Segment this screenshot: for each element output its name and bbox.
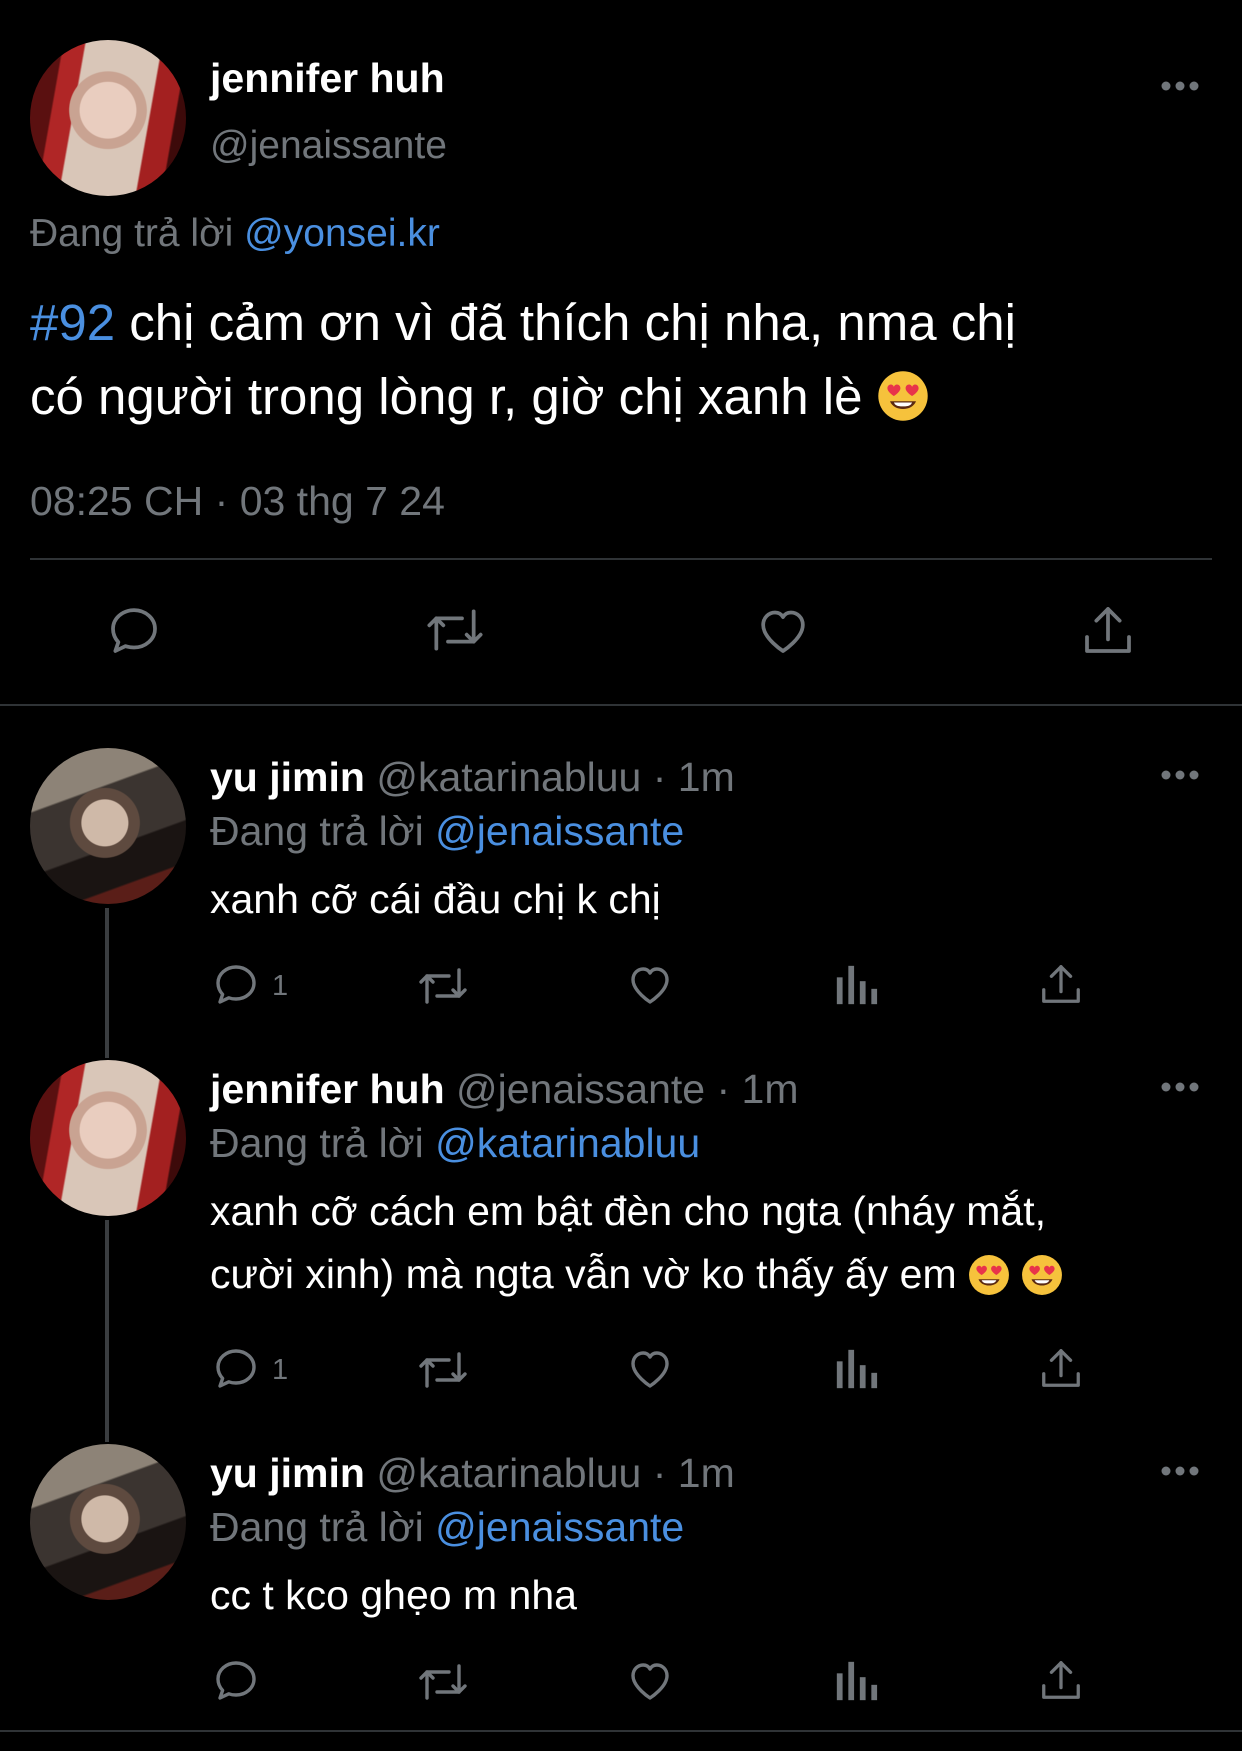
replying-label: Đang trả lời	[210, 1120, 424, 1166]
heart-eyes-emoji	[1021, 1254, 1063, 1296]
like-icon[interactable]	[754, 602, 812, 658]
author-name[interactable]: jennifer huh	[210, 55, 445, 102]
like-icon[interactable]	[625, 1344, 675, 1392]
more-icon[interactable]	[1160, 1081, 1200, 1093]
reply-header: jennifer huh @jenaissante · 1m	[210, 1066, 798, 1113]
reply-icon[interactable]	[212, 1656, 260, 1704]
replying-label: Đang trả lời	[30, 212, 234, 255]
reply-text: cc t kco ghẹo m nha	[210, 1572, 577, 1618]
reply-time: · 1m	[652, 1450, 735, 1496]
replying-label: Đang trả lời	[210, 1504, 424, 1550]
reply-time: · 1m	[716, 1066, 799, 1112]
tweet-text-line1: chị cảm ơn vì đã thích chị nha, nma chị	[115, 294, 1016, 351]
reply-header: yu jimin @katarinabluu · 1m	[210, 754, 735, 801]
reply-count: 1	[272, 970, 289, 1002]
replying-label: Đang trả lời	[210, 808, 424, 854]
replying-to: Đang trả lời @katarinabluu	[210, 1120, 700, 1167]
reply-icon[interactable]	[212, 1344, 260, 1392]
heart-eyes-emoji	[877, 370, 929, 422]
tweet-text-line2: có người trong lòng r, giờ chị xanh lè	[30, 368, 863, 425]
author-name[interactable]: yu jimin	[210, 754, 365, 800]
time: 08:25 CH	[30, 478, 204, 524]
section-divider	[0, 704, 1242, 706]
thread-line	[105, 1220, 109, 1442]
share-icon[interactable]	[1038, 1344, 1084, 1392]
reply-icon[interactable]	[106, 602, 162, 658]
author-name[interactable]: yu jimin	[210, 1450, 365, 1496]
hashtag-link[interactable]: #92	[30, 294, 115, 351]
replying-to: Đang trả lời @jenaissante	[210, 1504, 684, 1551]
separator: ·	[214, 478, 229, 524]
reply-text-line2: cười xinh) mà ngta vẫn vờ ko thấy ấy em	[210, 1251, 957, 1297]
reply-text: xanh cỡ cái đầu chị k chị	[210, 876, 661, 922]
bottom-divider	[0, 1730, 1242, 1732]
reply-count: 1	[272, 1354, 289, 1386]
share-icon[interactable]	[1038, 960, 1084, 1008]
share-icon[interactable]	[1080, 602, 1136, 658]
timestamp: 08:25 CH · 03 thg 7 24	[30, 478, 445, 525]
replying-to: Đang trả lời @yonsei.kr	[30, 212, 440, 256]
avatar[interactable]	[30, 1444, 186, 1600]
mention-link[interactable]: @yonsei.kr	[244, 212, 440, 255]
more-icon[interactable]	[1160, 769, 1200, 781]
mention-link[interactable]: @katarinabluu	[435, 1120, 700, 1166]
retweet-icon[interactable]	[416, 1346, 470, 1394]
thread-line	[105, 908, 109, 1058]
views-icon[interactable]	[834, 1346, 878, 1392]
mention-link[interactable]: @jenaissante	[435, 1504, 684, 1550]
share-icon[interactable]	[1038, 1656, 1084, 1704]
more-icon[interactable]	[1160, 1465, 1200, 1477]
author-handle[interactable]: @jenaissante	[456, 1066, 705, 1112]
divider	[30, 558, 1212, 560]
like-icon[interactable]	[625, 960, 675, 1008]
author-name[interactable]: jennifer huh	[210, 1066, 445, 1112]
date[interactable]: 03 thg 7 24	[240, 478, 445, 524]
author-handle[interactable]: @katarinabluu	[376, 754, 641, 800]
heart-eyes-emoji	[968, 1254, 1010, 1296]
avatar[interactable]	[30, 1060, 186, 1216]
retweet-icon[interactable]	[416, 962, 470, 1010]
retweet-icon[interactable]	[416, 1658, 470, 1706]
reply-header: yu jimin @katarinabluu · 1m	[210, 1450, 735, 1497]
replying-to: Đang trả lời @jenaissante	[210, 808, 684, 855]
avatar[interactable]	[30, 40, 186, 196]
mention-link[interactable]: @jenaissante	[435, 808, 684, 854]
views-icon[interactable]	[834, 1658, 878, 1704]
reply-text-line1: xanh cỡ cách em bật đèn cho ngta (nháy m…	[210, 1188, 1046, 1234]
more-icon[interactable]	[1160, 80, 1200, 92]
tweet-text: #92 chị cảm ơn vì đã thích chị nha, nma …	[30, 286, 1016, 434]
avatar[interactable]	[30, 748, 186, 904]
reply-time: · 1m	[652, 754, 735, 800]
retweet-icon[interactable]	[424, 602, 486, 658]
reply-icon[interactable]	[212, 960, 260, 1008]
like-icon[interactable]	[625, 1656, 675, 1704]
reply-text: xanh cỡ cách em bật đèn cho ngta (nháy m…	[210, 1180, 1063, 1306]
author-handle[interactable]: @jenaissante	[210, 124, 447, 168]
author-handle[interactable]: @katarinabluu	[376, 1450, 641, 1496]
views-icon[interactable]	[834, 962, 878, 1008]
